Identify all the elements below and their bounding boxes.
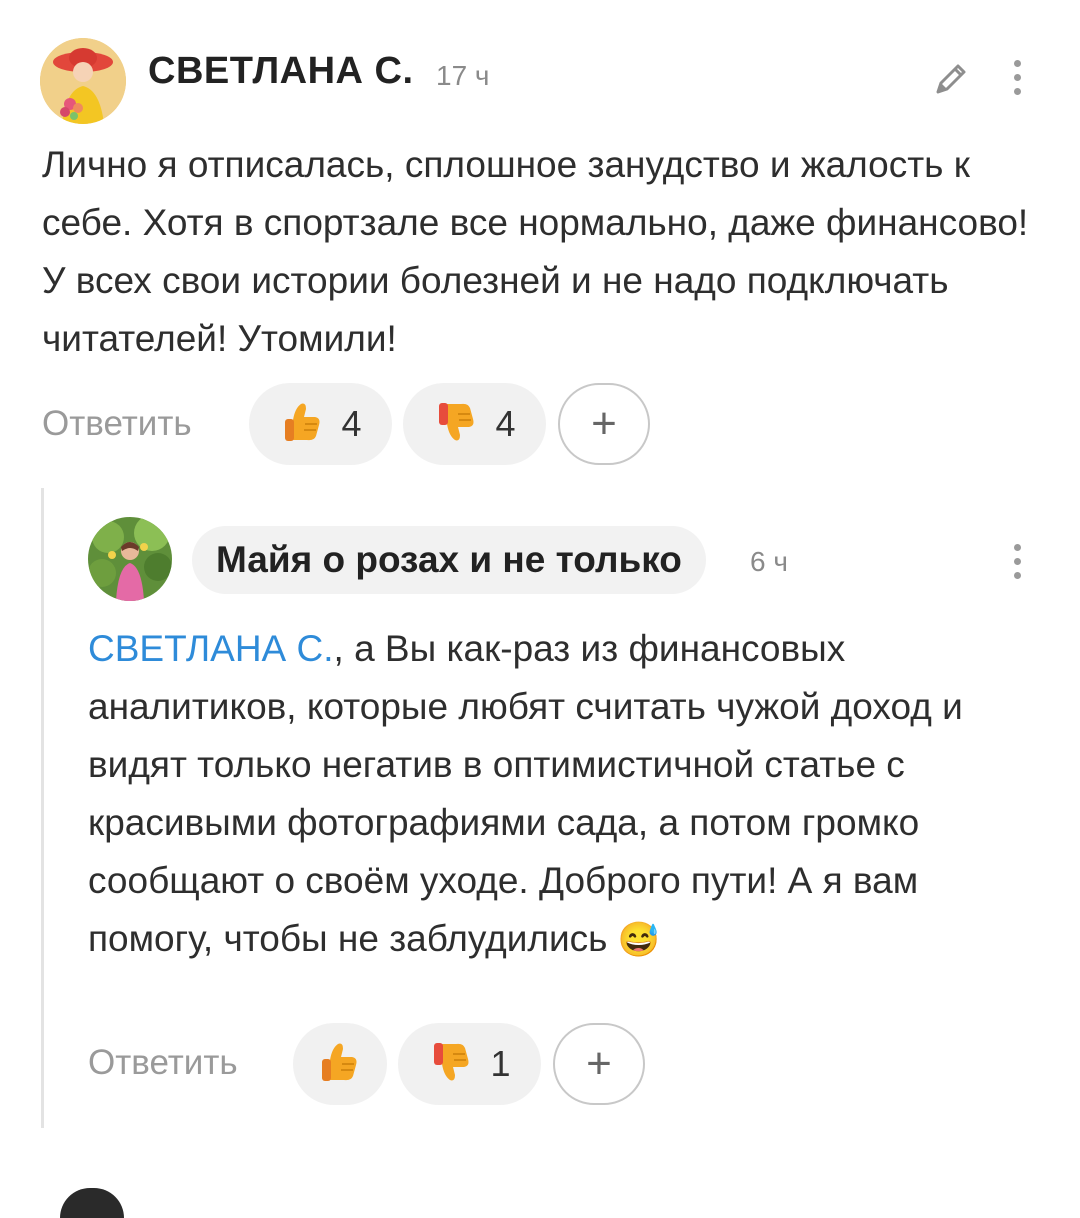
next-comment-avatar[interactable] [60,1188,124,1218]
dislike-button[interactable]: 1 [398,1023,541,1105]
like-button[interactable] [293,1023,387,1105]
reply-time: 6 ч [750,546,788,577]
more-vertical-icon[interactable] [1012,60,1022,100]
pencil-icon[interactable] [930,56,974,100]
thread-line [41,488,44,1128]
more-vertical-icon[interactable] [1012,544,1022,584]
sweat-smile-emoji: 😅 [617,921,661,959]
reply-text: СВЕТЛАНА С., а Вы как-раз из финансовых … [88,620,1048,969]
reply-avatar-image [88,517,172,601]
dislike-count: 1 [490,1043,511,1084]
dislike-button[interactable]: 4 [403,383,546,465]
reply-button[interactable]: Ответить [42,404,192,444]
dislike-count: 4 [495,403,516,444]
add-reaction-button[interactable]: + [558,383,650,465]
like-button[interactable]: 4 [249,383,392,465]
comment-time: 17 ч [436,60,490,91]
thumbs-up-icon [279,398,327,451]
reply-author[interactable]: Майя о розах и не только [192,526,706,594]
mention-link[interactable]: СВЕТЛАНА С. [88,628,334,669]
reply-body: , а Вы как-раз из финансовых аналитиков,… [88,628,963,959]
thumbs-up-icon [316,1038,364,1091]
add-reaction-button[interactable]: + [553,1023,645,1105]
reply-author-name: Майя о розах и не только [216,539,682,580]
plus-icon: + [586,1039,612,1088]
thumbs-down-icon [433,398,481,451]
plus-icon: + [591,399,617,448]
reply-avatar[interactable] [88,517,172,601]
thumbs-down-icon [428,1038,476,1091]
avatar-image [40,38,126,124]
comment-text: Лично я отписалась, сплошное занудство и… [42,144,1029,359]
avatar[interactable] [40,38,126,124]
like-count: 4 [341,403,362,444]
comment-author[interactable]: СВЕТЛАНА С. [148,50,414,93]
reply-button[interactable]: Ответить [88,1043,238,1083]
